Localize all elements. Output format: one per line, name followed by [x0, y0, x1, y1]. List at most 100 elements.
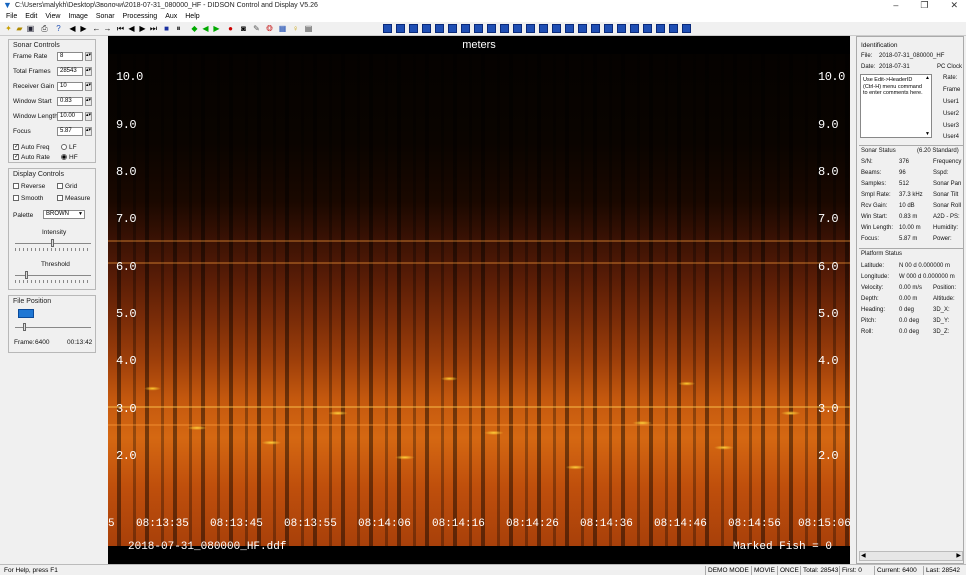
3d-z-label: 3D_Z:	[933, 329, 950, 335]
auto-rate-checkbox[interactable]: ✓ Auto Rate	[13, 154, 50, 161]
file-position-slider[interactable]	[15, 323, 91, 332]
sonar-status-title: Sonar Status	[861, 148, 896, 154]
tool-15-icon[interactable]	[565, 24, 574, 33]
step-back-icon[interactable]: ◀	[127, 24, 136, 33]
close-button[interactable]: ✕	[950, 0, 958, 11]
save-icon[interactable]: ▣	[26, 24, 35, 33]
lf-radio[interactable]: LF	[61, 144, 77, 151]
slider-thumb[interactable]	[25, 271, 28, 279]
sonar-viewer[interactable]: meters 10.0 9.0 8.0 7.0 6.0 5.0 4.0 3.0 …	[108, 36, 850, 564]
smooth-checkbox[interactable]: Smooth	[13, 195, 43, 202]
slider-thumb[interactable]	[23, 323, 26, 331]
help-icon[interactable]: ?	[54, 24, 63, 33]
tool-14-icon[interactable]	[552, 24, 561, 33]
skip-start-icon[interactable]: ⏮	[116, 24, 125, 33]
horizontal-scrollbar[interactable]: ◀ ▶	[859, 551, 963, 561]
menu-edit[interactable]: Edit	[25, 13, 37, 20]
window-length-spinner[interactable]: ▴▾	[85, 112, 92, 121]
camera-icon[interactable]: ◙	[239, 24, 248, 33]
scroll-right-icon[interactable]: ▶	[956, 552, 961, 560]
menu-aux[interactable]: Aux	[165, 13, 177, 20]
tool-19-icon[interactable]	[617, 24, 626, 33]
tool-21-icon[interactable]	[643, 24, 652, 33]
smooth-label: Smooth	[21, 195, 44, 202]
menu-image[interactable]: Image	[68, 13, 87, 20]
receiver-gain-field[interactable]: 10	[57, 82, 83, 91]
play-icon[interactable]: ▶	[138, 24, 147, 33]
window-start-spinner[interactable]: ▴▾	[85, 97, 92, 106]
tool-13-icon[interactable]	[539, 24, 548, 33]
print-icon[interactable]: ⎙	[40, 24, 49, 33]
open-icon[interactable]: ▰	[15, 24, 24, 33]
tool-10-icon[interactable]	[500, 24, 509, 33]
rewind-fast-icon[interactable]: ◀	[68, 24, 77, 33]
focus-spinner[interactable]: ▴▾	[85, 127, 92, 136]
tool-3-icon[interactable]	[409, 24, 418, 33]
tool-24-icon[interactable]	[682, 24, 691, 33]
sonar-echogram[interactable]	[108, 54, 850, 546]
prev-mark-icon[interactable]: ◀	[201, 24, 210, 33]
record-icon[interactable]: ●	[226, 24, 235, 33]
arrow-right-icon[interactable]: →	[103, 24, 112, 33]
tool-23-icon[interactable]	[669, 24, 678, 33]
reverse-checkbox[interactable]: Reverse	[13, 183, 45, 190]
total-frames-field[interactable]: 28543	[57, 67, 83, 76]
bulb-icon[interactable]: ♀	[291, 24, 300, 33]
palette-select[interactable]: BROWN ▼	[43, 210, 85, 219]
window-length-field[interactable]: 10.00	[57, 112, 83, 121]
receiver-gain-spinner[interactable]: ▴▾	[85, 82, 92, 91]
comment-box[interactable]: Use Edit->HeaderID (Ctrl-H) menu command…	[860, 74, 932, 138]
tool-12-icon[interactable]	[526, 24, 535, 33]
maximize-button[interactable]: ❐	[920, 0, 928, 11]
arrow-left-icon[interactable]: ←	[92, 24, 101, 33]
hf-radio[interactable]: HF	[61, 154, 78, 161]
fish-icon[interactable]: ❂	[265, 24, 274, 33]
slider-thumb[interactable]	[51, 239, 54, 247]
menu-view[interactable]: View	[45, 13, 60, 20]
tool-6-icon[interactable]	[448, 24, 457, 33]
auto-freq-checkbox[interactable]: ✓ Auto Freq	[13, 144, 50, 151]
menu-help[interactable]: Help	[185, 13, 199, 20]
tool-9-icon[interactable]	[487, 24, 496, 33]
tool-17-icon[interactable]	[591, 24, 600, 33]
tool-16-icon[interactable]	[578, 24, 587, 33]
tool-1-icon[interactable]	[383, 24, 392, 33]
display-icon[interactable]: ▦	[278, 24, 287, 33]
new-icon[interactable]: ✦	[4, 24, 13, 33]
skip-end-icon[interactable]: ⏭	[149, 24, 158, 33]
edit-icon[interactable]: ✎	[252, 24, 261, 33]
forward-fast-icon[interactable]: ▶	[79, 24, 88, 33]
tool-20-icon[interactable]	[630, 24, 639, 33]
frame-rate-spinner[interactable]: ▴▾	[85, 52, 92, 61]
tool-4-icon[interactable]	[422, 24, 431, 33]
grid-checkbox[interactable]: Grid	[57, 183, 77, 190]
tool-18-icon[interactable]	[604, 24, 613, 33]
tool-22-icon[interactable]	[656, 24, 665, 33]
total-frames-spinner[interactable]: ▴▾	[85, 67, 92, 76]
next-mark-icon[interactable]: ▶	[212, 24, 221, 33]
menu-sonar[interactable]: Sonar	[96, 13, 115, 20]
focus-field[interactable]: 5.87	[57, 127, 83, 136]
scroll-left-icon[interactable]: ◀	[861, 552, 866, 560]
toolbar: ✦ ▰ ▣ ⎙ ? ◀ ▶ ← → ⏮ ◀ ▶ ⏭ ■ ⏸ ◆ ◀ ▶ ● ◙ …	[0, 22, 966, 36]
minimize-button[interactable]: –	[893, 0, 898, 11]
scroll-down-icon[interactable]: ▼	[925, 131, 930, 137]
tool-7-icon[interactable]	[461, 24, 470, 33]
tool-8-icon[interactable]	[474, 24, 483, 33]
tool-11-icon[interactable]	[513, 24, 522, 33]
intensity-slider[interactable]	[15, 239, 91, 251]
window-start-field[interactable]: 0.83	[57, 97, 83, 106]
config-icon[interactable]: ▤	[304, 24, 313, 33]
tool-5-icon[interactable]	[435, 24, 444, 33]
measure-checkbox[interactable]: Measure	[57, 195, 90, 202]
focus-status-label: Focus:	[861, 236, 880, 242]
menu-processing[interactable]: Processing	[123, 13, 158, 20]
scroll-up-icon[interactable]: ▲	[925, 75, 930, 81]
frame-rate-field[interactable]: 8	[57, 52, 83, 61]
menu-file[interactable]: File	[6, 13, 17, 20]
threshold-slider[interactable]	[15, 271, 91, 283]
pause-icon[interactable]: ⏸	[174, 24, 183, 33]
mark-icon[interactable]: ◆	[190, 24, 199, 33]
tool-2-icon[interactable]	[396, 24, 405, 33]
stop-icon[interactable]: ■	[162, 24, 171, 33]
